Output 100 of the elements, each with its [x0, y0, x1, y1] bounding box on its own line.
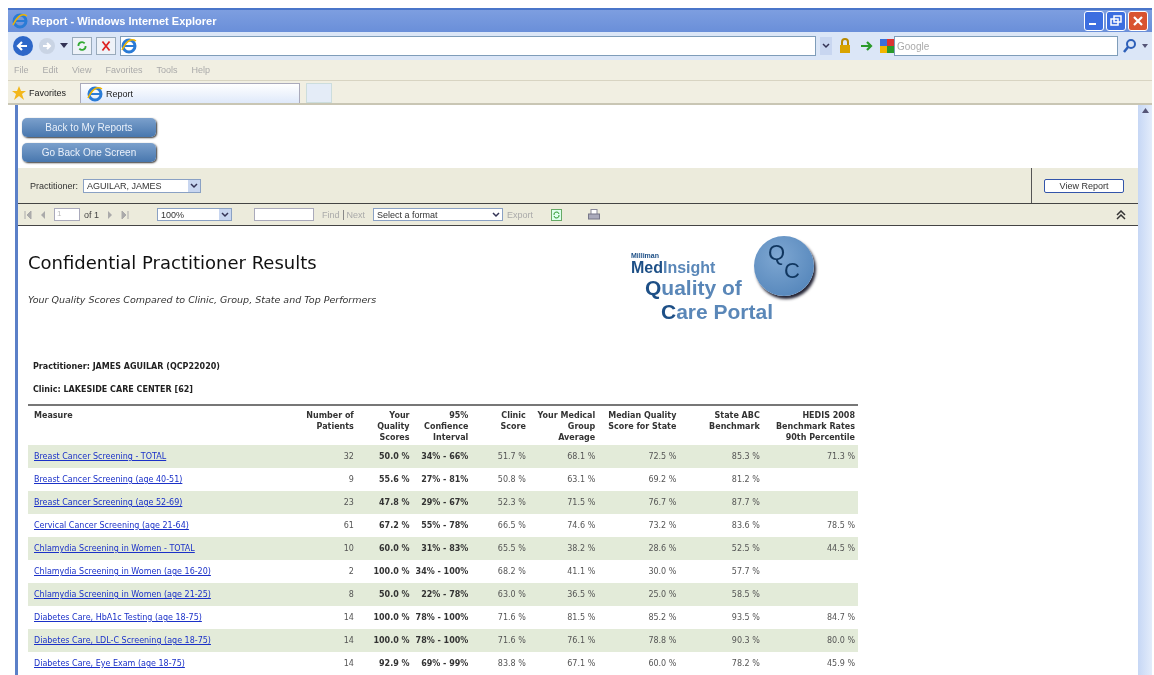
measure-link[interactable]: Breast Cancer Screening (age 40-51) — [34, 475, 183, 484]
table-cell: 85.3 % — [679, 445, 763, 468]
next-page-icon[interactable] — [107, 209, 113, 220]
print-icon[interactable] — [588, 208, 601, 221]
stop-button[interactable] — [96, 37, 116, 55]
back-button[interactable] — [12, 35, 34, 57]
table-cell: 67.1 % — [528, 652, 599, 675]
dropdown-icon[interactable] — [60, 43, 68, 49]
clinic-info: Clinic: LAKESIDE CARE CENTER [62] — [33, 385, 194, 394]
dropdown-icon[interactable] — [820, 37, 832, 55]
favorites-button[interactable]: Favorites — [12, 83, 74, 103]
table-cell: 78.5 % — [762, 514, 858, 537]
browser-logo-icon — [121, 38, 137, 54]
table-cell: 100.0 % — [356, 606, 413, 629]
view-report-button[interactable]: View Report — [1044, 178, 1124, 193]
table-cell: 78% - 100% — [412, 629, 472, 652]
table-cell: 36.5 % — [528, 583, 599, 606]
star-icon — [12, 86, 26, 100]
first-page-icon[interactable] — [24, 209, 32, 220]
table-cell: 30.0 % — [598, 560, 680, 583]
table-cell: 47.8 % — [356, 491, 413, 514]
dropdown-icon — [490, 209, 503, 220]
measure-link[interactable]: Breast Cancer Screening - TOTAL — [34, 452, 167, 461]
table-cell: 32 — [291, 445, 357, 468]
measure-link[interactable]: Diabetes Care, Eye Exam (age 18-75) — [34, 659, 185, 668]
table-cell: 44.5 % — [762, 537, 858, 560]
measure-link[interactable]: Cervical Cancer Screening (age 21-64) — [34, 521, 189, 530]
table-cell: 100.0 % — [356, 560, 413, 583]
table-cell: 25.0 % — [598, 583, 680, 606]
refresh-icon[interactable] — [551, 208, 563, 221]
zoom-select[interactable]: 100% — [157, 208, 232, 221]
measure-link[interactable]: Chlamydia Screening in Women (age 21-25) — [34, 590, 211, 599]
dropdown-icon[interactable] — [1142, 43, 1148, 49]
table-cell: 81.2 % — [679, 468, 763, 491]
table-cell: 50.0 % — [356, 583, 413, 606]
table-cell: 85.2 % — [598, 606, 680, 629]
table-cell: 55.6 % — [356, 468, 413, 491]
column-header: 95% Confience Interval — [412, 405, 472, 445]
table-cell: 76.1 % — [528, 629, 599, 652]
table-cell: 14 — [291, 606, 357, 629]
column-header: Clinic Score — [471, 405, 529, 445]
table-cell: 38.2 % — [528, 537, 599, 560]
table-cell: 78% - 100% — [412, 606, 472, 629]
logo-tagline: Care Portal — [661, 300, 774, 324]
table-cell: 57.7 % — [679, 560, 763, 583]
measure-link[interactable]: Chlamydia Screening in Women - TOTAL — [34, 544, 195, 553]
column-header: State ABC Benchmark — [679, 405, 763, 445]
minimize-button[interactable] — [1084, 11, 1104, 31]
logo-tagline: Quality of — [645, 276, 742, 300]
dropdown-icon — [188, 179, 201, 192]
table-cell: 14 — [291, 629, 357, 652]
table-cell: 34% - 66% — [412, 445, 472, 468]
last-page-icon[interactable] — [121, 209, 129, 220]
table-cell: 34% - 100% — [412, 560, 472, 583]
format-select[interactable]: Select a format — [373, 208, 504, 221]
table-cell: 50.8 % — [471, 468, 529, 491]
table-cell: 28.6 % — [598, 537, 680, 560]
table-cell: 61 — [291, 514, 357, 537]
search-button[interactable] — [1122, 38, 1138, 54]
table-cell: 52.3 % — [471, 491, 529, 514]
report-subtitle: Your Quality Scores Compared to Clinic, Group, State and Top Performers — [28, 294, 378, 305]
table-cell: 66.5 % — [471, 514, 529, 537]
address-field[interactable] — [120, 36, 816, 56]
measure-link[interactable]: Diabetes Care, LDL-C Screening (age 18-75) — [34, 636, 211, 645]
logo-name: MedInsight — [631, 259, 716, 276]
restore-button[interactable] — [1106, 11, 1126, 31]
practitioner-info: Practitioner: JAMES AGUILAR (QCP22020) — [33, 362, 221, 371]
table-cell: 76.7 % — [598, 491, 680, 514]
scroll-up-icon[interactable] — [1141, 108, 1149, 113]
table-cell: 73.2 % — [598, 514, 680, 537]
table-cell: 22% - 78% — [412, 583, 472, 606]
previous-page-icon[interactable] — [40, 209, 46, 220]
table-cell: 80.0 % — [762, 629, 858, 652]
table-cell: 52.5 % — [679, 537, 763, 560]
column-header: Your Quality Scores — [356, 405, 413, 445]
search-field[interactable]: Google — [894, 36, 1118, 56]
window-title: Report - Windows Internet Explorer — [32, 15, 218, 27]
measure-link[interactable]: Chlamydia Screening in Women (age 16-20) — [34, 567, 211, 576]
table-cell: 69.2 % — [598, 468, 680, 491]
table-cell: 90.3 % — [679, 629, 763, 652]
table-cell: 51.7 % — [471, 445, 529, 468]
page-count: of 1 — [84, 209, 99, 220]
scrollbar[interactable] — [1138, 105, 1152, 675]
table-cell: 8 — [291, 583, 357, 606]
practitioner-select[interactable]: AGUILAR, JAMES — [83, 178, 202, 193]
collapse-icon[interactable] — [1116, 209, 1126, 220]
find-field[interactable] — [254, 208, 314, 221]
table-cell: 78.2 % — [679, 652, 763, 675]
column-header: HEDIS 2008 Benchmark Rates 90th Percentile — [762, 405, 858, 445]
table-cell: 71.5 % — [528, 491, 599, 514]
measure-link[interactable]: Diabetes Care, HbA1c Testing (age 18-75) — [34, 613, 202, 622]
dropdown-icon — [219, 209, 231, 220]
table-cell: 68.2 % — [471, 560, 529, 583]
table-cell: 84.7 % — [762, 606, 858, 629]
browser-tab[interactable]: Report — [80, 83, 300, 103]
column-header: Your Medical Group Average — [528, 405, 599, 445]
close-button[interactable] — [1128, 11, 1148, 31]
column-header: Median Quality Score for State — [598, 405, 680, 445]
measure-link[interactable]: Breast Cancer Screening (age 52-69) — [34, 498, 183, 507]
browser-logo-icon — [87, 85, 103, 102]
